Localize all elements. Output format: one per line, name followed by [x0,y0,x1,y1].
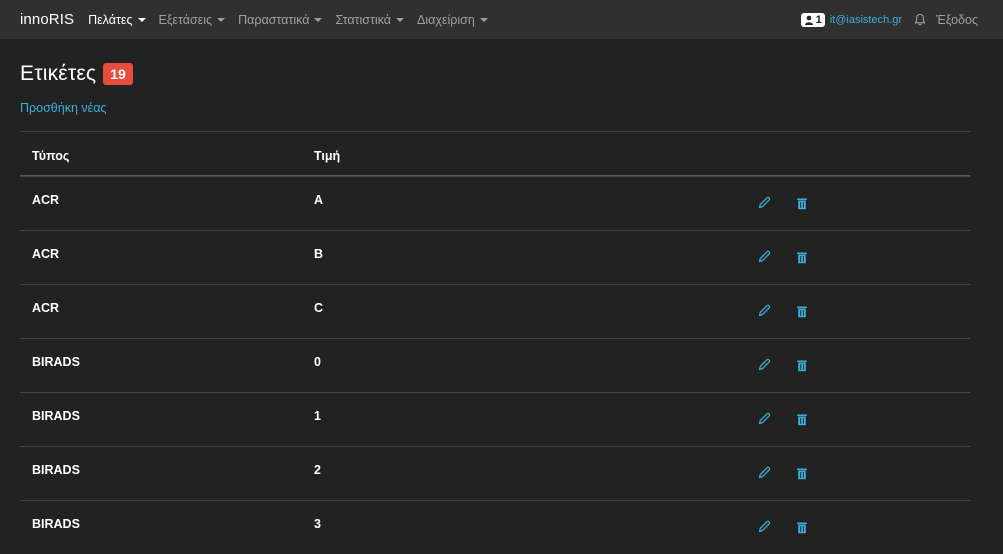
cell-value: C [314,301,324,315]
cell-type: BIRADS [32,517,80,531]
user-count-badge[interactable]: 1 [800,12,825,27]
nav-item-label: Παραστατικά [238,12,310,27]
row-actions [757,520,808,534]
row-actions [757,412,808,426]
trash-icon[interactable] [796,359,808,372]
trash-icon[interactable] [796,521,808,534]
count-badge: 19 [103,63,133,85]
nav-item-invoices[interactable]: Παραστατικά [238,12,323,27]
pencil-icon[interactable] [757,250,771,264]
user-count: 1 [815,13,822,26]
row-actions [757,466,808,480]
nav-item-label: Στατιστικά [335,12,392,27]
cell-type: ACR [32,193,60,207]
nav-item-statistics[interactable]: Στατιστικά [335,12,405,27]
table-row: ACR A [20,176,970,230]
cell-value: 0 [314,355,321,369]
cell-type: ACR [32,301,60,315]
cell-type: BIRADS [32,463,80,477]
table-row: BIRADS 2 [20,446,970,500]
cell-value: 3 [314,517,321,531]
brand-logo[interactable]: innoRIS [20,11,74,28]
logout-link[interactable]: Έξοδος [936,13,978,27]
cell-type: ACR [32,247,60,261]
table-header: Τύπος Τιμή [20,131,970,176]
pencil-icon[interactable] [757,412,771,426]
nav-item-exams[interactable]: Εξετάσεις [159,13,226,27]
trash-icon[interactable] [796,467,808,480]
table-row: BIRADS 0 [20,338,970,392]
table-row: ACR B [20,230,970,284]
main-menu: Πελάτες Εξετάσεις Παραστατικά Στατιστικά… [88,13,501,27]
pencil-icon[interactable] [757,304,771,318]
cell-value: B [314,247,324,261]
table-row: BIRADS 1 [20,392,970,446]
nav-item-management[interactable]: Διαχείριση [417,13,488,27]
pencil-icon[interactable] [757,358,771,372]
trash-icon[interactable] [796,305,808,318]
nav-item-label: Εξετάσεις [158,12,213,27]
user-icon [804,15,813,25]
pencil-icon[interactable] [757,196,771,210]
chevron-down-icon [217,18,226,22]
column-header-value[interactable]: Τιμή [314,149,340,163]
user-area: 1 it@iasistech.gr Έξοδος [800,0,1003,39]
row-actions [757,250,808,264]
cell-value: 2 [314,463,321,477]
cell-type: BIRADS [32,409,80,423]
top-navbar: innoRIS Πελάτες Εξετάσεις Παραστατικά Στ… [0,0,1003,39]
pencil-icon[interactable] [757,520,771,534]
trash-icon[interactable] [796,251,808,264]
cell-type: BIRADS [32,355,80,369]
add-new-link[interactable]: Προσθήκη νέας [20,101,106,115]
tags-table: Τύπος Τιμή ACR A ACR B ACR C BIRADS 0 BI… [20,131,970,554]
column-header-type[interactable]: Τύπος [32,149,69,163]
nav-item-label: Πελάτες [88,12,133,27]
chevron-down-icon [396,18,405,22]
row-actions [757,358,808,372]
cell-value: 1 [314,409,321,423]
user-email-link[interactable]: it@iasistech.gr [830,14,902,26]
chevron-down-icon [479,18,488,22]
chevron-down-icon [314,18,323,22]
cell-value: A [314,193,324,207]
trash-icon[interactable] [796,197,808,210]
page-title: Ετικέτες [20,62,97,85]
trash-icon[interactable] [796,413,808,426]
row-actions [757,304,808,318]
page-header: Ετικέτες 19 [20,62,133,86]
pencil-icon[interactable] [757,466,771,480]
bell-icon[interactable] [914,13,926,26]
table-row: ACR C [20,284,970,338]
nav-item-customers[interactable]: Πελάτες [88,12,146,27]
row-actions [757,196,808,210]
nav-item-label: Διαχείριση [417,12,475,27]
chevron-down-icon [137,18,146,22]
table-row: BIRADS 3 [20,500,970,554]
